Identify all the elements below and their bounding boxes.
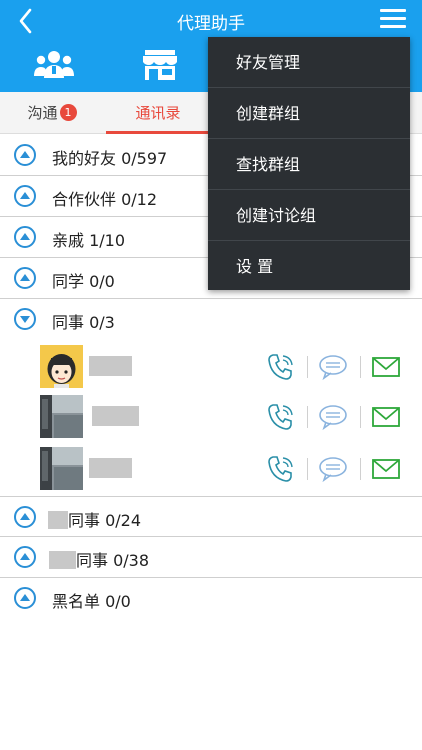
menu-item-friend-management[interactable]: 好友管理 bbox=[208, 37, 410, 88]
overflow-menu: 好友管理 创建群组 查找群组 创建讨论组 设 置 bbox=[208, 37, 410, 290]
chat-icon[interactable] bbox=[318, 352, 348, 382]
divider bbox=[360, 356, 361, 378]
group-label: 合作伙伴 0/12 bbox=[52, 190, 158, 209]
divider bbox=[307, 406, 308, 428]
divider bbox=[360, 406, 361, 428]
contact-name-redacted bbox=[89, 458, 132, 478]
group-row-colleagues-2[interactable]: 同事 0/24 bbox=[0, 496, 422, 537]
expand-toggle-icon[interactable] bbox=[14, 308, 36, 330]
group-label: 同事 0/3 bbox=[52, 313, 115, 332]
divider bbox=[360, 458, 361, 480]
tab-communication[interactable]: 沟通 1 bbox=[0, 92, 104, 134]
contact-name-redacted bbox=[89, 356, 132, 376]
group-label-wrap: 同事 0/24 bbox=[48, 507, 141, 531]
mail-icon[interactable] bbox=[371, 454, 401, 484]
unread-badge: 1 bbox=[59, 104, 77, 121]
menu-item-create-group[interactable]: 创建群组 bbox=[208, 88, 410, 139]
contact-name-redacted bbox=[92, 406, 139, 426]
contact-row[interactable] bbox=[0, 392, 422, 444]
app-screen: 代理助手 沟通 1 通讯录 我的好友 0/597 合作伙伴 0/12 亲戚 1/… bbox=[0, 0, 422, 750]
collapse-toggle-icon[interactable] bbox=[14, 546, 36, 568]
menu-icon[interactable] bbox=[380, 9, 406, 31]
mail-icon[interactable] bbox=[371, 352, 401, 382]
menu-item-find-group[interactable]: 查找群组 bbox=[208, 139, 410, 190]
group-label: 同事 0/38 bbox=[76, 551, 150, 570]
avatar bbox=[40, 447, 83, 490]
collapse-toggle-icon[interactable] bbox=[14, 506, 36, 528]
mail-icon[interactable] bbox=[371, 402, 401, 432]
redacted-text bbox=[48, 511, 68, 529]
divider bbox=[307, 458, 308, 480]
tab-contacts[interactable]: 通讯录 bbox=[106, 92, 210, 134]
group-label: 同事 0/24 bbox=[68, 511, 142, 530]
avatar bbox=[40, 395, 83, 438]
menu-item-settings[interactable]: 设 置 bbox=[208, 241, 410, 292]
group-label: 黑名单 0/0 bbox=[52, 592, 131, 611]
avatar bbox=[40, 345, 83, 388]
menu-item-create-discussion[interactable]: 创建讨论组 bbox=[208, 190, 410, 241]
redacted-text bbox=[49, 551, 76, 569]
group-label: 亲戚 1/10 bbox=[52, 231, 126, 250]
chat-icon[interactable] bbox=[318, 454, 348, 484]
collapse-toggle-icon[interactable] bbox=[14, 185, 36, 207]
collapse-toggle-icon[interactable] bbox=[14, 587, 36, 609]
contact-row[interactable] bbox=[0, 342, 422, 394]
tab-communication-label: 沟通 bbox=[27, 104, 58, 122]
group-label: 我的好友 0/597 bbox=[52, 149, 168, 168]
group-row-blacklist[interactable]: 黑名单 0/0 bbox=[0, 578, 422, 619]
group-label-wrap: 同事 0/38 bbox=[49, 547, 149, 571]
chat-icon[interactable] bbox=[318, 402, 348, 432]
group-label: 同学 0/0 bbox=[52, 272, 115, 291]
page-title: 代理助手 bbox=[177, 14, 245, 34]
collapse-toggle-icon[interactable] bbox=[14, 144, 36, 166]
divider bbox=[307, 356, 308, 378]
phone-icon[interactable] bbox=[266, 402, 296, 432]
tab-contacts-label: 通讯录 bbox=[135, 104, 181, 122]
group-row-colleagues-3[interactable]: 同事 0/38 bbox=[0, 537, 422, 578]
collapse-toggle-icon[interactable] bbox=[14, 226, 36, 248]
phone-icon[interactable] bbox=[266, 352, 296, 382]
phone-icon[interactable] bbox=[266, 454, 296, 484]
store-icon[interactable] bbox=[140, 48, 180, 82]
group-row-colleagues[interactable]: 同事 0/3 bbox=[0, 299, 422, 340]
collapse-toggle-icon[interactable] bbox=[14, 267, 36, 289]
friends-group-icon[interactable] bbox=[34, 48, 74, 82]
contact-row[interactable] bbox=[0, 444, 422, 496]
